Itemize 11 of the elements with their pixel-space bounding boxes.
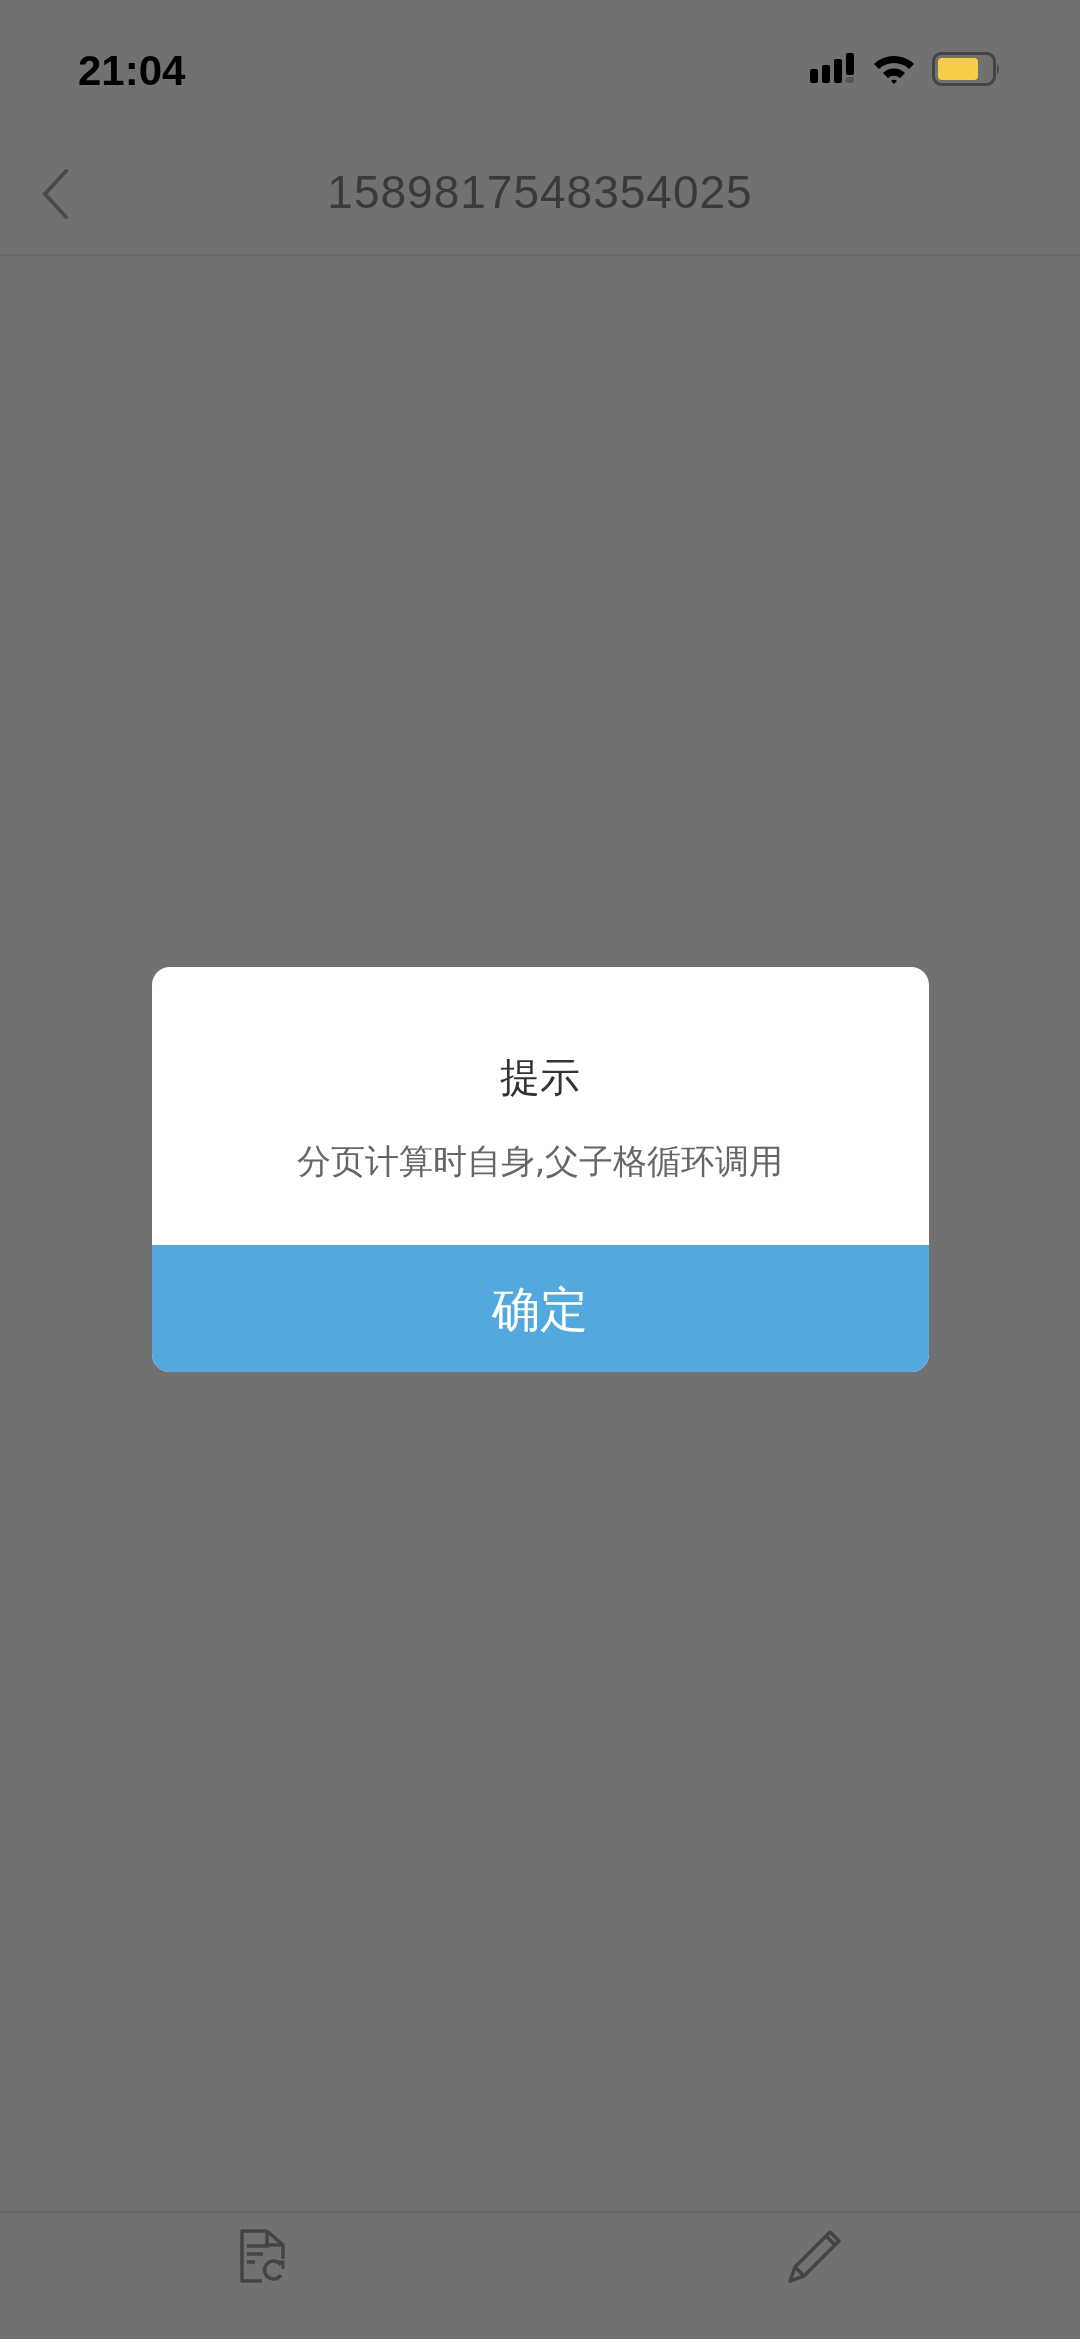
status-time: 21:04 (78, 45, 186, 96)
signal-icon (810, 53, 856, 85)
pencil-icon[interactable] (785, 2229, 842, 2285)
confirm-button[interactable]: 确定 (151, 1245, 929, 1373)
battery-icon (932, 52, 1002, 86)
page-title: 1589817548354025 (327, 164, 753, 220)
wifi-icon (872, 53, 916, 85)
dialog-message: 分页计算时自身,父子格循环调用 (295, 1140, 785, 1182)
back-button[interactable] (40, 168, 70, 220)
back-icon (40, 168, 70, 220)
dialog-title: 提示 (499, 1056, 581, 1097)
